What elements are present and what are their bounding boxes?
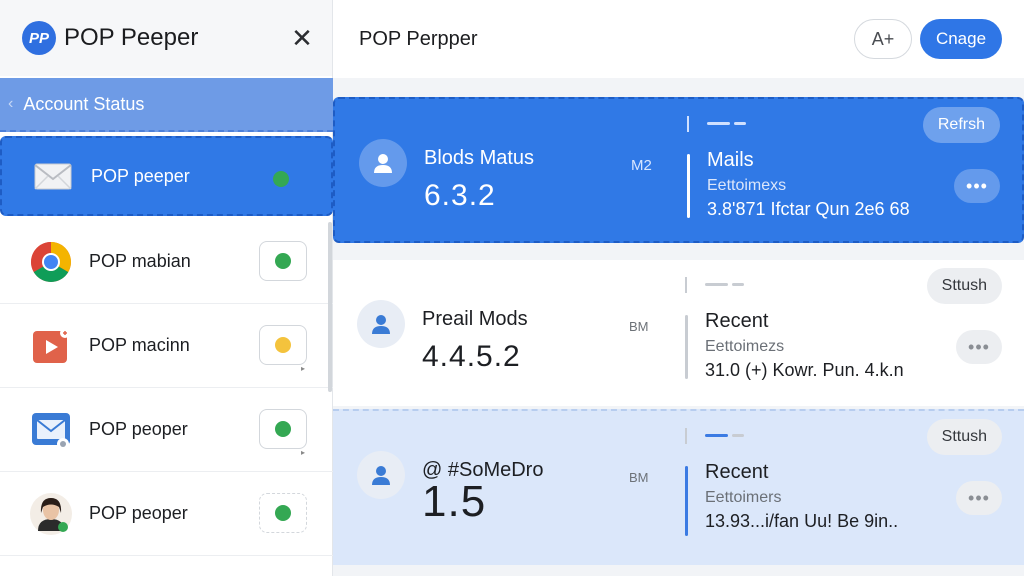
progress-fill — [707, 121, 730, 125]
progress-indicator — [707, 121, 746, 125]
progress-rest — [732, 282, 744, 286]
status-button[interactable]: Sttush — [926, 268, 1002, 304]
account-label: POP peeper — [91, 165, 190, 186]
change-button[interactable]: Cnage — [920, 19, 1002, 59]
progress-indicator — [705, 282, 744, 286]
more-options-icon[interactable]: ••• — [956, 330, 1002, 364]
corner-arrow-icon: ▸ — [300, 448, 305, 457]
user-icon — [357, 300, 405, 348]
card-caption: Eettoimezs — [705, 338, 785, 355]
status-indicator — [259, 325, 307, 365]
card-title: Blods Matus — [424, 147, 535, 169]
account-card[interactable]: Preail Mods 4.4.5.2 BM Recent Eettoimezs… — [333, 260, 1024, 406]
card-badge: M2 — [631, 157, 652, 174]
progress-rest — [734, 121, 746, 125]
card-detail: 31.0 (+) Kowr. Pun. 4.k.n — [705, 360, 904, 380]
account-item[interactable]: POP peoper — [0, 472, 333, 556]
progress-rest — [732, 433, 744, 437]
account-card[interactable]: Blods Matus 6.3.2 M2 Mails Eettoimexs 3.… — [333, 97, 1024, 243]
card-detail: 3.8'871 Ifctar Qun 2e6 68 — [707, 199, 910, 219]
refresh-button[interactable]: Refrsh — [922, 107, 1000, 143]
main-header: POP Perpper A+ Cnage — [333, 0, 1024, 78]
account-list: POP peeper POP mabian POP macinn ▸ POP p… — [0, 136, 333, 556]
envelope-icon — [32, 155, 74, 197]
account-card[interactable]: @ #SoMeDro 1.5 BM Recent Eettoimers 13.9… — [333, 409, 1024, 565]
close-icon[interactable]: ✕ — [288, 24, 316, 52]
mail-icon — [30, 409, 72, 451]
status-button[interactable]: Sttush — [926, 419, 1002, 455]
sidebar-header: PP POP Peeper ✕ — [0, 0, 332, 76]
more-options-icon[interactable]: ••• — [956, 481, 1002, 515]
divider-tick — [687, 116, 689, 132]
card-subtitle: Recent — [705, 310, 769, 332]
status-dot — [275, 337, 291, 353]
status-dot — [273, 171, 289, 187]
status-indicator — [257, 159, 305, 199]
account-item[interactable]: POP mabian — [0, 220, 333, 304]
sidebar: PP POP Peeper ✕ ‹ Account Status POP pee… — [0, 0, 333, 576]
card-subtitle: Mails — [707, 149, 754, 171]
card-version: 4.4.5.2 — [422, 340, 521, 373]
account-status-label: Account Status — [23, 93, 145, 114]
card-caption: Eettoimexs — [707, 177, 787, 194]
page-title: POP Perpper — [359, 27, 478, 50]
status-indicator — [259, 409, 307, 449]
card-divider — [687, 154, 690, 218]
corner-arrow-icon: ▸ — [300, 364, 305, 373]
main-panel: POP Perpper A+ Cnage Blods Matus 6.3.2 M… — [333, 0, 1024, 576]
chevron-left-icon: ‹ — [8, 95, 14, 112]
account-item[interactable]: POP macinn ▸ — [0, 304, 333, 388]
account-item[interactable]: POP peoper ▸ — [0, 388, 333, 472]
user-icon — [357, 451, 405, 499]
divider-tick — [685, 277, 687, 293]
app-logo: PP — [22, 21, 56, 55]
status-indicator — [259, 493, 307, 533]
account-label: POP macinn — [89, 335, 190, 355]
account-label: POP peoper — [89, 419, 188, 439]
account-status-header[interactable]: ‹ Account Status — [0, 78, 333, 132]
status-dot — [275, 421, 291, 437]
card-subtitle: Recent — [705, 461, 769, 483]
sidebar-scrollbar[interactable] — [328, 222, 332, 392]
card-caption: Eettoimers — [705, 489, 782, 506]
card-divider — [685, 466, 688, 536]
card-version: 1.5 — [422, 477, 487, 526]
font-size-button[interactable]: A+ — [854, 19, 912, 59]
card-version: 6.3.2 — [424, 179, 496, 212]
card-detail: 13.93...i/fan Uu! Be 9in.. — [705, 511, 899, 531]
progress-fill — [705, 433, 728, 437]
card-badge: BM — [629, 470, 649, 485]
video-icon — [30, 325, 72, 367]
divider-tick — [685, 428, 687, 444]
app-title: POP Peeper — [64, 24, 199, 51]
account-label: POP peoper — [89, 503, 188, 523]
status-dot — [275, 505, 291, 521]
status-dot — [275, 253, 291, 269]
chrome-icon — [30, 241, 72, 283]
account-item[interactable]: POP peeper — [0, 136, 333, 216]
progress-fill — [705, 282, 728, 286]
more-options-icon[interactable]: ••• — [954, 169, 1000, 203]
card-title: Preail Mods — [422, 308, 528, 330]
status-indicator — [259, 241, 307, 281]
account-label: POP mabian — [89, 251, 191, 271]
avatar-icon — [30, 492, 72, 535]
card-divider — [685, 315, 688, 379]
card-badge: BM — [629, 319, 649, 334]
progress-indicator — [705, 433, 744, 437]
user-icon — [359, 139, 407, 187]
